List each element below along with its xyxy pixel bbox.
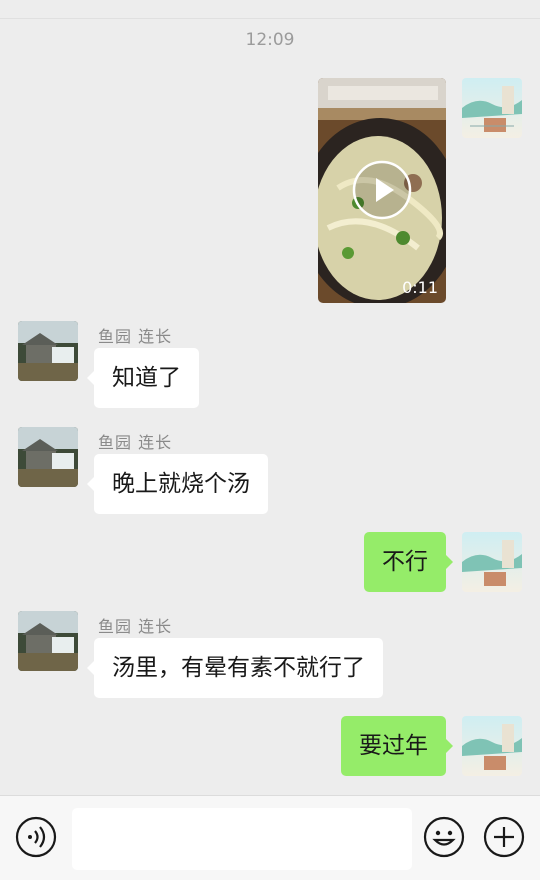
message-bubble[interactable]: 不行: [364, 532, 453, 592]
message-input[interactable]: [72, 808, 412, 870]
my-avatar[interactable]: [462, 532, 522, 592]
message-bubble[interactable]: 知道了: [87, 348, 199, 408]
emoji-icon: [423, 816, 465, 858]
my-avatar[interactable]: [462, 716, 522, 776]
sender-name: 鱼园 连长: [98, 433, 173, 452]
plus-icon: [483, 816, 525, 858]
status-bar-divider: [0, 0, 540, 19]
my-avatar[interactable]: [462, 78, 522, 138]
video-message[interactable]: 0:11: [318, 78, 446, 303]
input-bar: [0, 795, 540, 880]
message-bubble[interactable]: 晚上就烧个汤: [87, 454, 268, 514]
voice-button[interactable]: [15, 816, 57, 858]
voice-icon: [15, 816, 57, 858]
message-bubble[interactable]: 汤里，有晕有素不就行了: [87, 638, 383, 698]
sender-name: 鱼园 连长: [98, 617, 173, 636]
play-icon[interactable]: [352, 160, 412, 220]
emoji-button[interactable]: [423, 816, 465, 858]
contact-avatar[interactable]: [18, 427, 78, 487]
message-bubble[interactable]: 要过年: [341, 716, 453, 776]
video-duration: 0:11: [402, 278, 438, 297]
contact-avatar[interactable]: [18, 611, 78, 671]
more-button[interactable]: [483, 816, 525, 858]
sender-name: 鱼园 连长: [98, 327, 173, 346]
chat-timestamp: 12:09: [245, 30, 295, 50]
contact-avatar[interactable]: [18, 321, 78, 381]
